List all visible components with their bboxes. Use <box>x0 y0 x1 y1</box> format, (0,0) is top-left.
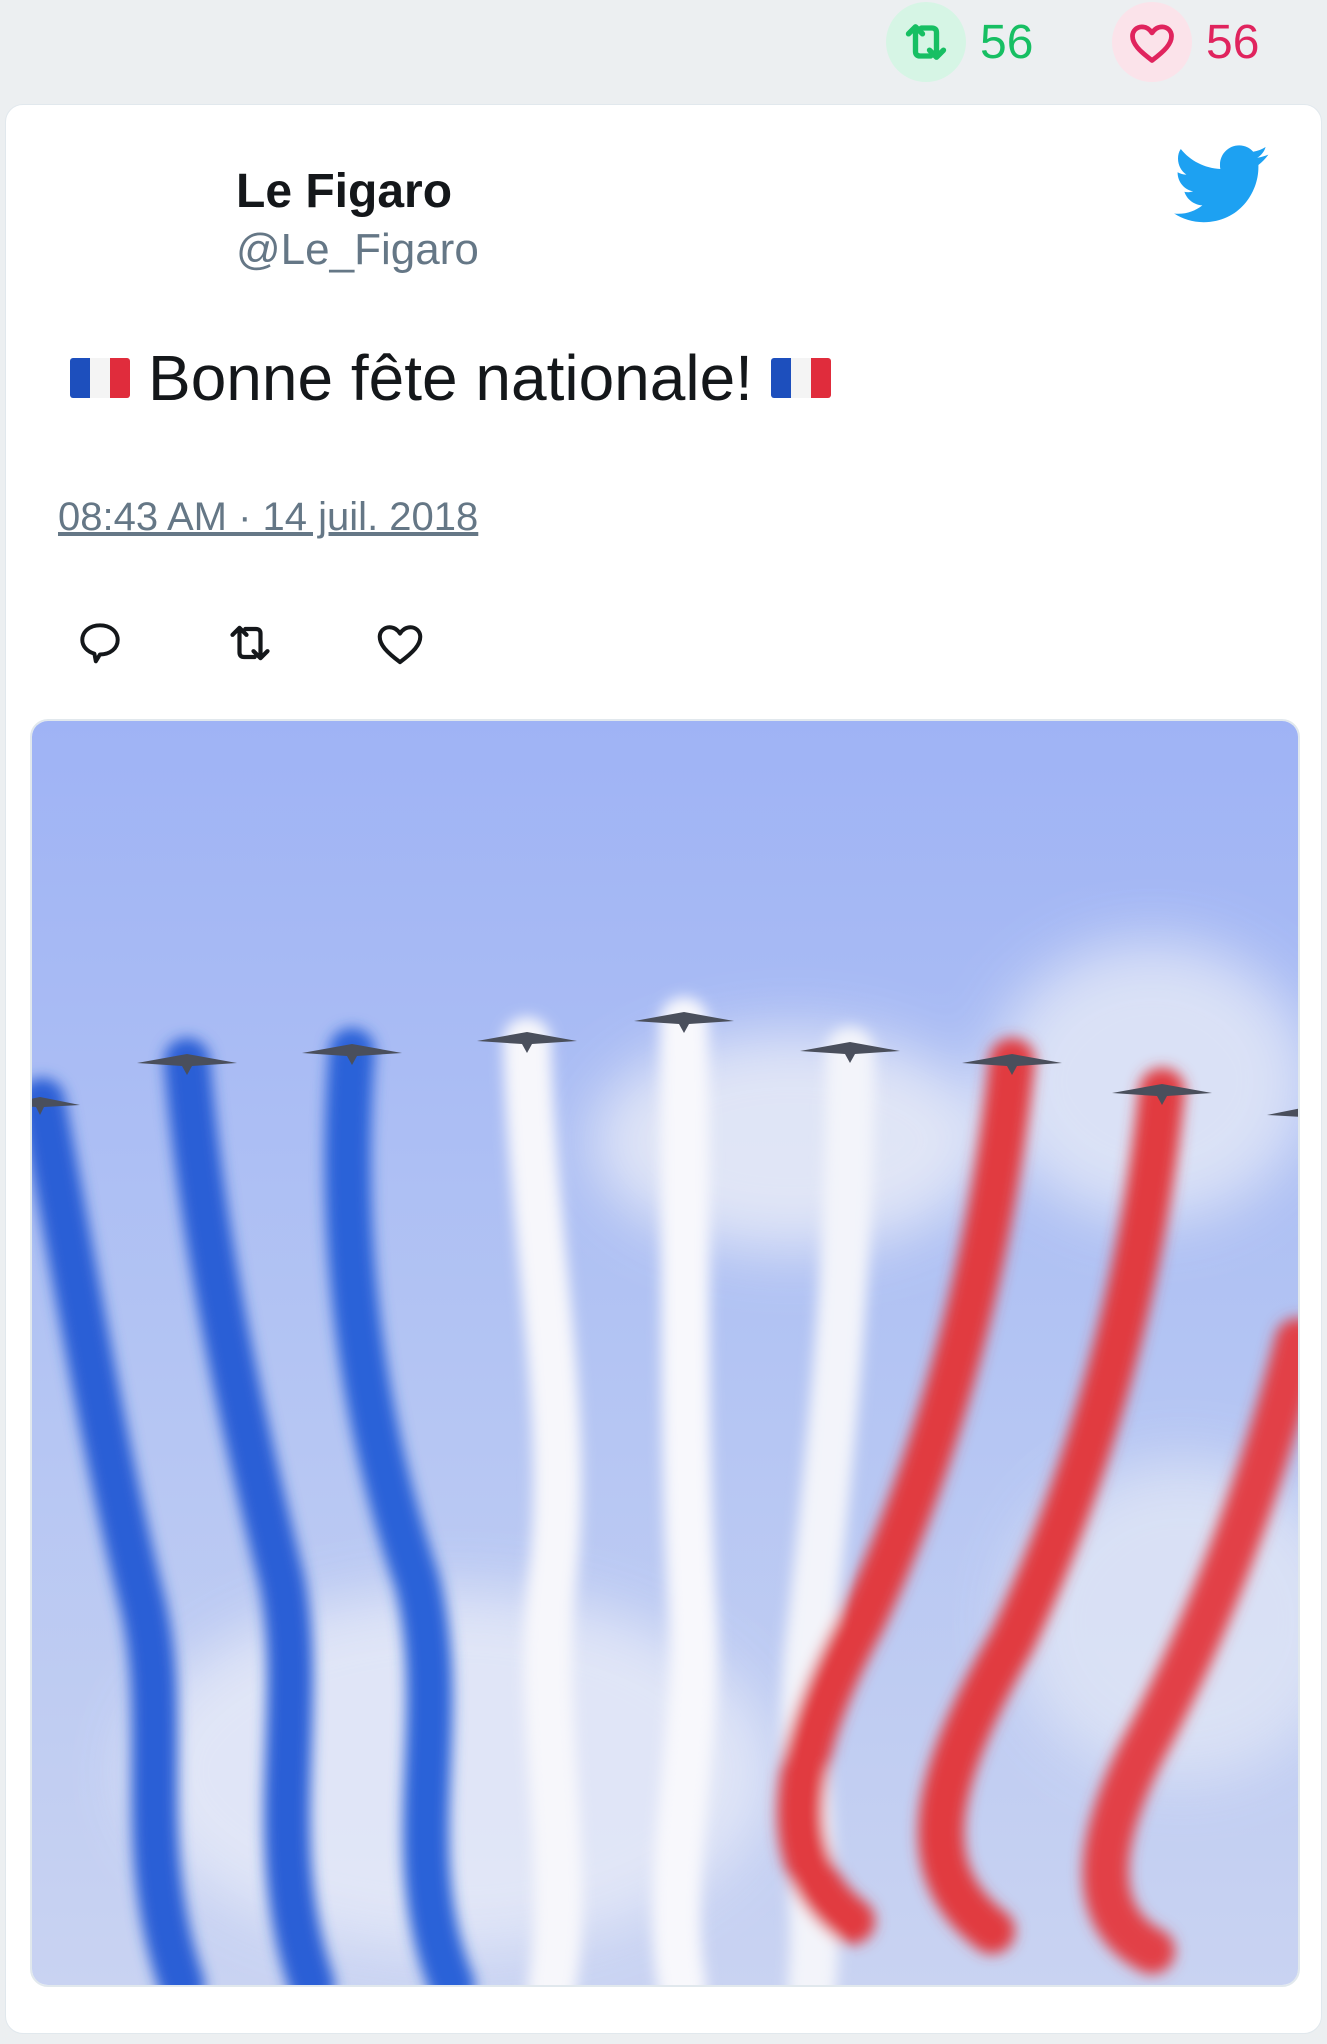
heart-icon <box>1130 24 1174 63</box>
retweet-icon <box>905 24 947 60</box>
tweet-photo[interactable] <box>30 719 1300 1987</box>
retweet-icon <box>230 625 270 661</box>
retweet-stat[interactable]: 56 <box>886 2 1033 82</box>
tweet-text: Bonne fête nationale! <box>58 341 843 415</box>
author-name[interactable]: Le Figaro <box>236 164 452 219</box>
like-button[interactable] <box>372 615 428 671</box>
tweet-actions <box>72 615 522 671</box>
tweet-card: Le Figaro @Le_Figaro Bonne fête national… <box>5 104 1322 2034</box>
like-stat[interactable]: 56 <box>1112 2 1259 82</box>
retweet-button[interactable] <box>222 615 278 671</box>
tweet-text-content: Bonne fête nationale! <box>148 342 753 414</box>
like-count: 56 <box>1206 15 1260 69</box>
like-stat-icon-bg <box>1112 2 1192 82</box>
author-handle[interactable]: @Le_Figaro <box>236 225 479 275</box>
retweet-count: 56 <box>980 15 1034 69</box>
tweet-stats-bar: 56 56 <box>0 0 1327 96</box>
retweet-stat-icon-bg <box>886 2 966 82</box>
heart-icon <box>377 625 423 665</box>
france-flag-icon <box>770 358 831 398</box>
tweet-timestamp[interactable]: 08:43 AM · 14 juil. 2018 <box>58 495 478 540</box>
reply-button[interactable] <box>72 615 128 671</box>
twitter-bird-icon[interactable] <box>1174 145 1270 225</box>
france-flag-icon <box>70 358 130 398</box>
patrouille-de-france-photo <box>32 721 1298 1985</box>
reply-icon <box>80 623 120 664</box>
